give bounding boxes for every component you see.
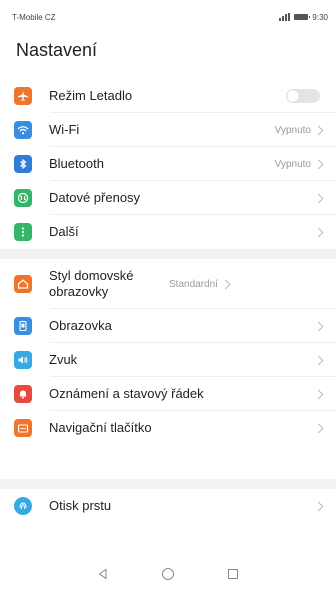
setting-wifi[interactable]: Wi-Fi Vypnuto [0, 113, 336, 147]
chevron-right-icon [313, 125, 324, 135]
setting-label: Zvuk [49, 352, 78, 367]
battery-icon [294, 14, 311, 20]
home-icon [14, 275, 32, 293]
chevron-right-icon [313, 355, 324, 365]
section-separator [0, 249, 336, 259]
setting-label: Bluetooth [49, 156, 104, 171]
navigation-key-icon [14, 419, 32, 437]
setting-label: Wi-Fi [49, 122, 80, 137]
chevron-right-icon [313, 159, 324, 169]
setting-label: Navigační tlačítko [49, 420, 152, 435]
setting-label: Režim Letadlo [49, 88, 133, 103]
setting-fingerprint[interactable]: Otisk prstu [0, 489, 336, 523]
setting-home-screen-style[interactable]: Styl domovské obrazovky Standardní [0, 259, 336, 309]
setting-label: Datové přenosy [49, 190, 141, 205]
setting-label: Oznámení a stavový řádek [49, 386, 204, 401]
setting-more[interactable]: Další [0, 215, 336, 249]
chevron-right-icon [313, 321, 324, 331]
chevron-right-icon [313, 193, 324, 203]
chevron-right-icon [313, 423, 324, 433]
recents-icon[interactable] [223, 564, 243, 584]
sound-icon [14, 351, 32, 369]
notification-icon [14, 385, 32, 403]
back-icon[interactable] [93, 564, 113, 584]
setting-navigation-key[interactable]: Navigační tlačítko [0, 411, 336, 445]
fingerprint-icon [14, 497, 32, 515]
setting-label: Další [49, 224, 79, 239]
setting-label: Obrazovka [49, 318, 112, 333]
wifi-icon [14, 121, 32, 139]
chevron-right-icon [313, 501, 324, 511]
setting-sound[interactable]: Zvuk [0, 343, 336, 377]
system-nav-bar [0, 554, 336, 594]
settings-group-1: Režim Letadlo Wi-Fi Vypnuto Bluetooth Vy… [0, 79, 336, 249]
chevron-right-icon [220, 279, 231, 289]
setting-label: Styl domovské obrazovky [49, 268, 134, 299]
clock: 9:30 [312, 12, 328, 22]
setting-value: Vypnuto [274, 124, 311, 136]
status-icons: 9:30 [279, 13, 328, 22]
data-transfer-icon [14, 189, 32, 207]
signal-icon [279, 13, 291, 21]
setting-value: Standardní [169, 278, 218, 290]
display-icon [14, 317, 32, 335]
carrier-name: T-Mobile CZ [12, 12, 56, 22]
settings-screen: T-Mobile CZ 9:30 Nastavení Režim Letadlo… [0, 0, 336, 594]
setting-data-transfer[interactable]: Datové přenosy [0, 181, 336, 215]
setting-label: Otisk prstu [49, 498, 112, 513]
home-circle-icon[interactable] [158, 564, 178, 584]
bluetooth-icon [14, 155, 32, 173]
setting-airplane-mode[interactable]: Režim Letadlo [0, 79, 336, 113]
setting-bluetooth[interactable]: Bluetooth Vypnuto [0, 147, 336, 181]
airplane-mode-toggle[interactable] [286, 89, 320, 103]
page-title: Nastavení [16, 40, 98, 60]
setting-value: Vypnuto [274, 158, 311, 170]
chevron-right-icon [313, 227, 324, 237]
section-separator [0, 479, 336, 489]
status-bar: T-Mobile CZ 9:30 [0, 0, 336, 34]
more-icon [14, 223, 32, 241]
airplane-icon [14, 87, 32, 105]
settings-group-2: Styl domovské obrazovky Standardní Obraz… [0, 259, 336, 445]
setting-display[interactable]: Obrazovka [0, 309, 336, 343]
setting-notifications[interactable]: Oznámení a stavový řádek [0, 377, 336, 411]
settings-group-3: Otisk prstu [0, 489, 336, 523]
chevron-right-icon [313, 389, 324, 399]
